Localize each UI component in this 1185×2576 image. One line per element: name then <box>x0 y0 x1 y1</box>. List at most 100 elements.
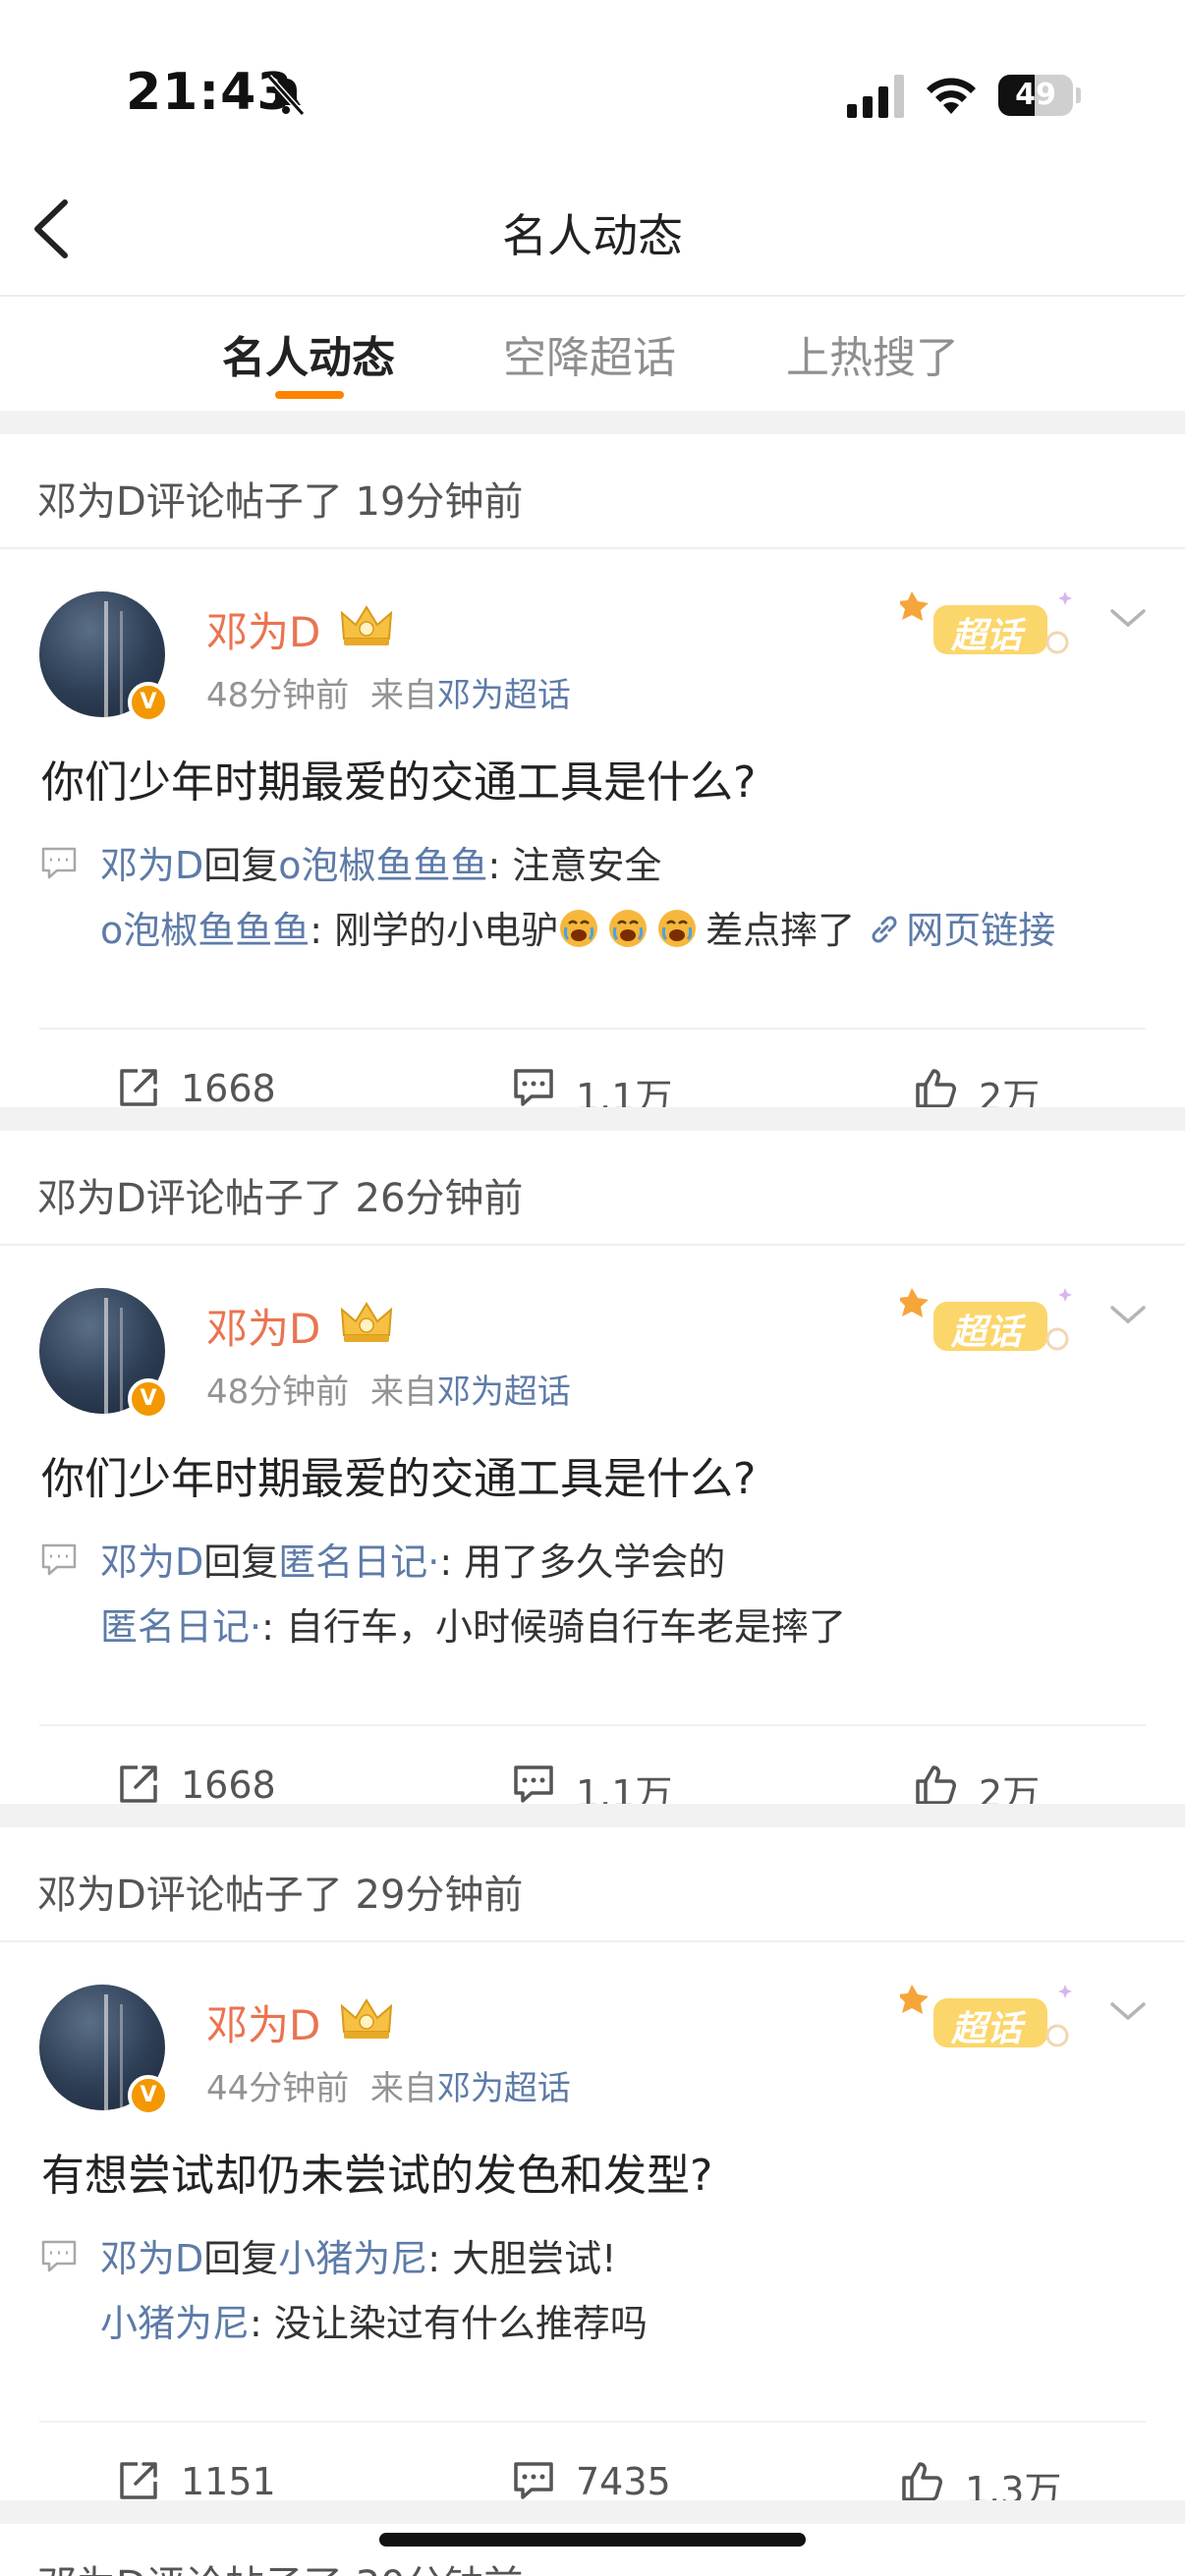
supertopic-label: 超话 <box>951 1313 1023 1353</box>
source-link[interactable]: 邓为超话 <box>437 676 571 715</box>
source-link[interactable]: 邓为超话 <box>437 2069 571 2108</box>
feed-item[interactable]: 邓为D评论帖子了 29分钟前 V 邓为D 44分钟前 来自邓为超话 超话有想尝试却仍未尝… <box>0 1827 1185 2512</box>
verified-badge-icon: V <box>128 1378 169 1420</box>
section-separator <box>0 2500 1185 2524</box>
divider <box>0 1940 1185 1942</box>
comment-text: : 刚学的小电驴 <box>310 909 559 952</box>
post-meta: 48分钟前 来自邓为超话 <box>206 668 571 716</box>
divider <box>0 547 1185 549</box>
thumbs-up-icon <box>902 2462 942 2501</box>
post-time: 48分钟前 <box>206 1372 350 1412</box>
tab-bar: 名人动态 空降超话 上热搜了 <box>0 297 1185 411</box>
verified-badge-icon: V <box>128 2075 169 2116</box>
feed-item-header: 邓为D评论帖子了 26分钟前 <box>37 1176 524 1221</box>
comment-author[interactable]: 小猪为尼 <box>100 2302 250 2345</box>
repost-count: 1668 <box>181 1764 276 1807</box>
chevron-down-icon[interactable] <box>1106 1300 1150 1329</box>
share-icon <box>120 2462 157 2499</box>
tab-trending[interactable]: 上热搜了 <box>786 322 959 385</box>
reply-word: 回复 <box>203 844 279 887</box>
verified-badge-icon: V <box>128 682 169 723</box>
source-prefix: 来自 <box>369 2069 437 2108</box>
feed-item-header: 邓为D评论帖子了 30分钟前 <box>37 2553 523 2576</box>
crown-icon <box>340 1302 393 1342</box>
tab-celebrity-updates[interactable]: 名人动态 <box>222 322 395 385</box>
username[interactable]: 邓为D <box>206 599 320 659</box>
comment-author[interactable]: 匿名日记· <box>100 1605 261 1649</box>
emoji-icon <box>609 910 648 947</box>
repost-count: 1668 <box>181 1067 276 1110</box>
wifi-icon <box>927 78 976 114</box>
emoji-icon <box>560 910 598 947</box>
crown-icon <box>340 1998 393 2039</box>
web-link[interactable]: 网页链接 <box>867 909 1055 952</box>
home-indicator <box>379 2533 806 2547</box>
crown-icon <box>340 605 393 645</box>
repost-count: 1151 <box>181 2460 276 2503</box>
section-separator <box>0 411 1185 434</box>
source-link[interactable]: 邓为超话 <box>437 1372 571 1412</box>
post-meta: 44分钟前 来自邓为超话 <box>206 2061 571 2109</box>
supertopic-badge[interactable]: 超话 <box>897 1274 1083 1369</box>
feed-item[interactable]: 邓为D评论帖子了 19分钟前 V 邓为D 48分钟前 来自邓为超话 超话你们少年时期最爱… <box>0 434 1185 1119</box>
comment-author[interactable]: o泡椒鱼鱼鱼 <box>100 909 310 952</box>
feed-item-partial[interactable]: 邓为D评论帖子了 30分钟前 <box>0 2524 1185 2576</box>
original-comment-line: 小猪为尼: 没让染过有什么推荐吗 <box>100 2293 648 2347</box>
post-meta: 48分钟前 来自邓为超话 <box>206 1365 571 1413</box>
comment-icon <box>514 1069 553 1106</box>
page-title: 名人动态 <box>502 209 683 262</box>
reply-author[interactable]: 邓为D <box>100 2237 203 2280</box>
battery-level: 49 <box>1015 78 1056 112</box>
reply-target[interactable]: 小猪为尼 <box>278 2237 427 2280</box>
supertopic-badge[interactable]: 超话 <box>897 578 1083 672</box>
comment-bubble-icon <box>41 847 77 879</box>
section-separator <box>0 1804 1185 1827</box>
reply-target[interactable]: 匿名日记· <box>278 1540 439 1584</box>
status-bar: 21:43 49 <box>0 0 1185 147</box>
reply-line: 邓为D回复小猪为尼: 大胆尝试! <box>100 2228 616 2282</box>
comment-icon <box>514 1765 553 1803</box>
supertopic-badge[interactable]: 超话 <box>897 1971 1083 2065</box>
source-prefix: 来自 <box>369 676 437 715</box>
reply-word: 回复 <box>203 2237 279 2280</box>
username[interactable]: 邓为D <box>206 1992 320 2052</box>
reply-word: 回复 <box>203 1540 279 1584</box>
web-link-label: 网页链接 <box>906 909 1056 952</box>
chevron-down-icon[interactable] <box>1106 1996 1150 2026</box>
post-time: 48分钟前 <box>206 676 350 715</box>
link-icon <box>872 916 897 943</box>
username[interactable]: 邓为D <box>206 1296 320 1356</box>
feed-item[interactable]: 邓为D评论帖子了 26分钟前 V 邓为D 48分钟前 来自邓为超话 超话你们少年时期最爱… <box>0 1131 1185 1816</box>
post-text[interactable]: 有想尝试却仍未尝试的发色和发型? <box>41 2140 712 2203</box>
divider <box>39 1724 1146 1726</box>
post-text[interactable]: 你们少年时期最爱的交通工具是什么? <box>41 747 756 810</box>
chevron-down-icon[interactable] <box>1106 603 1150 633</box>
source-prefix: 来自 <box>369 1372 437 1412</box>
cellular-signal-icon <box>847 75 904 118</box>
emoji-icon <box>658 910 697 947</box>
reply-target[interactable]: o泡椒鱼鱼鱼 <box>278 844 487 887</box>
feed-item-header: 邓为D评论帖子了 19分钟前 <box>37 479 524 525</box>
supertopic-label: 超话 <box>951 616 1023 656</box>
divider <box>0 1244 1185 1246</box>
reply-text: : 用了多久学会的 <box>439 1540 726 1584</box>
reply-author[interactable]: 邓为D <box>100 844 203 887</box>
comment-count: 7435 <box>576 2460 671 2503</box>
comment-text: 差点摔了 <box>705 909 856 952</box>
nav-bar: 名人动态 <box>0 147 1185 297</box>
thumbs-up-icon <box>916 1765 956 1805</box>
bell-off-icon <box>266 74 306 117</box>
post-text[interactable]: 你们少年时期最爱的交通工具是什么? <box>41 1443 756 1506</box>
post-time: 44分钟前 <box>206 2069 350 2108</box>
reply-text: : 注意安全 <box>487 844 662 887</box>
share-icon <box>120 1765 157 1803</box>
reply-author[interactable]: 邓为D <box>100 1540 203 1584</box>
battery-icon: 49 <box>998 75 1081 116</box>
thumbs-up-icon <box>916 1069 956 1108</box>
reply-text: : 大胆尝试! <box>427 2237 617 2280</box>
divider <box>39 1028 1146 1030</box>
comment-icon <box>514 2462 553 2499</box>
tab-supertopic[interactable]: 空降超话 <box>503 322 676 385</box>
active-tab-indicator <box>275 391 344 399</box>
feed-item-header: 邓为D评论帖子了 29分钟前 <box>37 1873 524 1918</box>
